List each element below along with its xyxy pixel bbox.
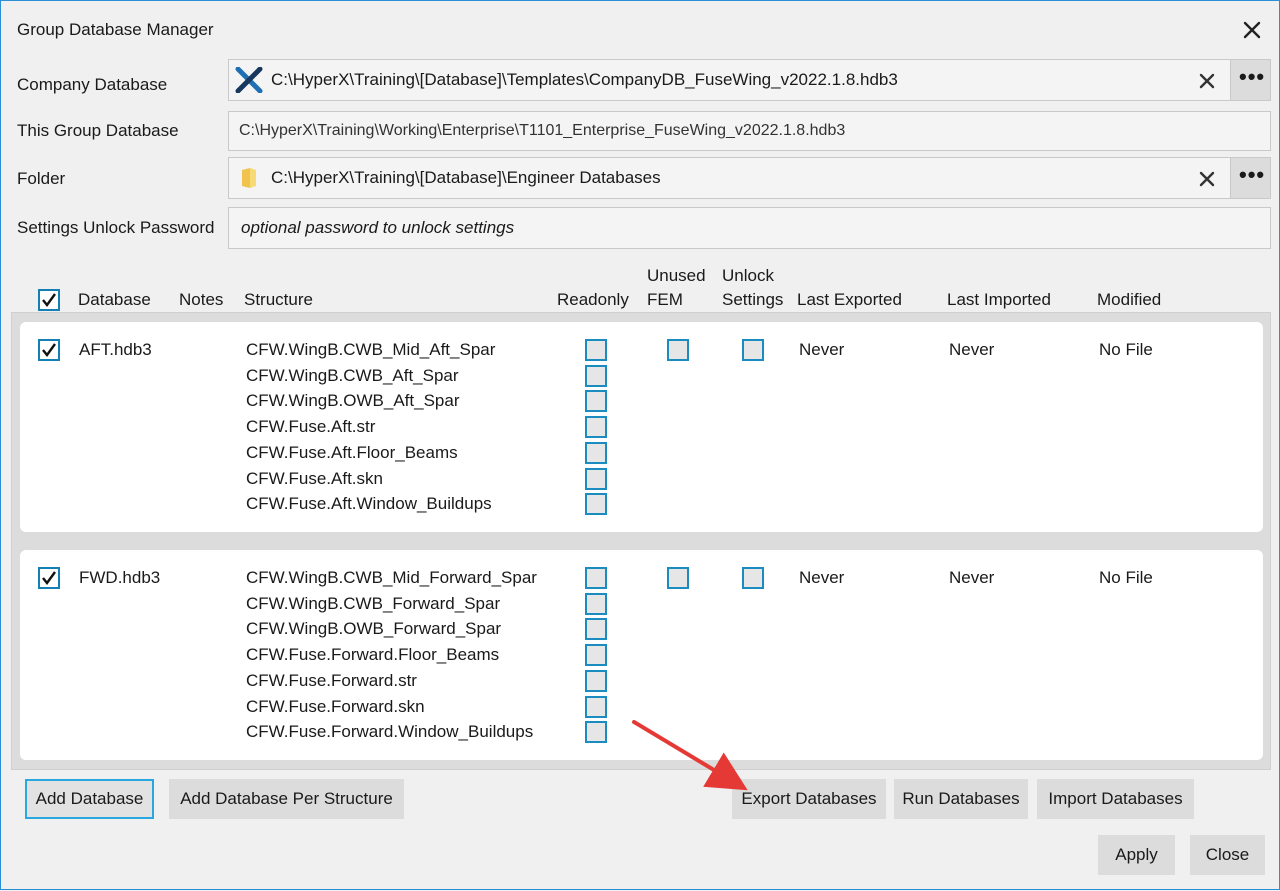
password-field: [228, 207, 1271, 249]
column-last-imported[interactable]: Last Imported: [947, 288, 1051, 312]
group-database-field: C:\HyperX\Training\Working\Enterprise\T1…: [228, 111, 1271, 151]
folder-icon: [239, 167, 259, 194]
company-database-label: Company Database: [17, 75, 168, 94]
unused-fem-checkbox[interactable]: [667, 567, 689, 589]
window-title: Group Database Manager: [17, 20, 214, 39]
unlock-settings-checkbox[interactable]: [742, 339, 764, 361]
last-imported-value: Never: [949, 568, 995, 587]
structure-item: CFW.WingB.CWB_Mid_Aft_Spar: [246, 340, 496, 359]
column-readonly[interactable]: Readonly: [557, 288, 629, 312]
readonly-checkbox[interactable]: [585, 339, 607, 361]
structure-item: CFW.Fuse.Aft.skn: [246, 469, 383, 488]
structure-item: CFW.WingB.OWB_Aft_Spar: [246, 391, 460, 410]
unlock-settings-checkbox[interactable]: [742, 567, 764, 589]
clear-folder-icon[interactable]: [1196, 168, 1218, 190]
hyperx-x-icon: [235, 66, 263, 98]
database-checkbox[interactable]: [38, 339, 60, 361]
structure-item: CFW.Fuse.Forward.str: [246, 671, 417, 690]
column-last-exported[interactable]: Last Exported: [797, 288, 902, 312]
readonly-checkbox[interactable]: [585, 493, 607, 515]
folder-label: Folder: [17, 169, 66, 188]
group-database-label: This Group Database: [17, 121, 179, 140]
clear-company-database-icon[interactable]: [1196, 70, 1218, 92]
password-input[interactable]: [230, 209, 1268, 247]
import-databases-button[interactable]: Import Databases: [1037, 779, 1194, 819]
structure-item: CFW.Fuse.Aft.str: [246, 417, 376, 436]
structure-item: CFW.WingB.OWB_Forward_Spar: [246, 619, 502, 638]
structure-item: CFW.WingB.CWB_Mid_Forward_Spar: [246, 568, 537, 587]
database-list[interactable]: AFT.hdb3 CFW.WingB.CWB_Mid_Aft_Spar CFW.…: [11, 312, 1271, 770]
company-database-path: C:\HyperX\Training\[Database]\Templates\…: [271, 70, 898, 89]
group-database-path: C:\HyperX\Training\Working\Enterprise\T1…: [239, 122, 846, 139]
add-database-per-structure-button[interactable]: Add Database Per Structure: [169, 779, 404, 819]
last-exported-value: Never: [799, 340, 845, 359]
column-unlock-settings-line1[interactable]: Unlock: [722, 264, 774, 288]
database-name: AFT.hdb3: [79, 340, 152, 359]
structure-item: CFW.Fuse.Aft.Floor_Beams: [246, 443, 458, 462]
structure-item: CFW.WingB.CWB_Aft_Spar: [246, 366, 459, 385]
run-databases-button[interactable]: Run Databases: [894, 779, 1028, 819]
readonly-checkbox[interactable]: [585, 390, 607, 412]
browse-company-database-button[interactable]: •••: [1230, 59, 1271, 101]
close-icon[interactable]: [1241, 19, 1263, 41]
column-unlock-settings-line2[interactable]: Settings: [722, 288, 783, 312]
readonly-checkbox[interactable]: [585, 721, 607, 743]
folder-field[interactable]: C:\HyperX\Training\[Database]\Engineer D…: [228, 157, 1271, 199]
readonly-checkbox[interactable]: [585, 567, 607, 589]
apply-button[interactable]: Apply: [1098, 835, 1175, 875]
readonly-checkbox[interactable]: [585, 365, 607, 387]
last-imported-value: Never: [949, 340, 995, 359]
readonly-checkbox[interactable]: [585, 593, 607, 615]
folder-path: C:\HyperX\Training\[Database]\Engineer D…: [271, 168, 661, 187]
close-button[interactable]: Close: [1190, 835, 1265, 875]
column-unused-fem-line1[interactable]: Unused: [647, 264, 706, 288]
company-database-field[interactable]: C:\HyperX\Training\[Database]\Templates\…: [228, 59, 1271, 101]
browse-folder-button[interactable]: •••: [1230, 157, 1271, 199]
structure-item: CFW.Fuse.Forward.Window_Buildups: [246, 722, 534, 741]
database-checkbox[interactable]: [38, 567, 60, 589]
modified-value: No File: [1099, 568, 1153, 587]
structure-item: CFW.Fuse.Forward.skn: [246, 697, 425, 716]
last-exported-value: Never: [799, 568, 845, 587]
database-card-fwd: FWD.hdb3 CFW.WingB.CWB_Mid_Forward_Spar …: [20, 550, 1263, 760]
readonly-checkbox[interactable]: [585, 696, 607, 718]
group-database-manager-window: Group Database Manager Company Database …: [0, 0, 1280, 890]
readonly-checkbox[interactable]: [585, 468, 607, 490]
readonly-checkbox[interactable]: [585, 670, 607, 692]
database-card-aft: AFT.hdb3 CFW.WingB.CWB_Mid_Aft_Spar CFW.…: [20, 322, 1263, 532]
readonly-checkbox[interactable]: [585, 644, 607, 666]
readonly-checkbox[interactable]: [585, 618, 607, 640]
structure-item: CFW.WingB.CWB_Forward_Spar: [246, 594, 501, 613]
structure-item: CFW.Fuse.Aft.Window_Buildups: [246, 494, 492, 513]
database-name: FWD.hdb3: [79, 568, 161, 587]
select-all-checkbox[interactable]: [38, 289, 60, 311]
add-database-button[interactable]: Add Database: [25, 779, 154, 819]
column-database[interactable]: Database: [78, 288, 151, 312]
unused-fem-checkbox[interactable]: [667, 339, 689, 361]
column-modified[interactable]: Modified: [1097, 288, 1161, 312]
readonly-checkbox[interactable]: [585, 442, 607, 464]
column-notes[interactable]: Notes: [179, 288, 223, 312]
column-unused-fem-line2[interactable]: FEM: [647, 288, 683, 312]
readonly-checkbox[interactable]: [585, 416, 607, 438]
structure-item: CFW.Fuse.Forward.Floor_Beams: [246, 645, 500, 664]
column-structure[interactable]: Structure: [244, 288, 313, 312]
modified-value: No File: [1099, 340, 1153, 359]
export-databases-button[interactable]: Export Databases: [732, 779, 886, 819]
password-label: Settings Unlock Password: [17, 218, 215, 237]
